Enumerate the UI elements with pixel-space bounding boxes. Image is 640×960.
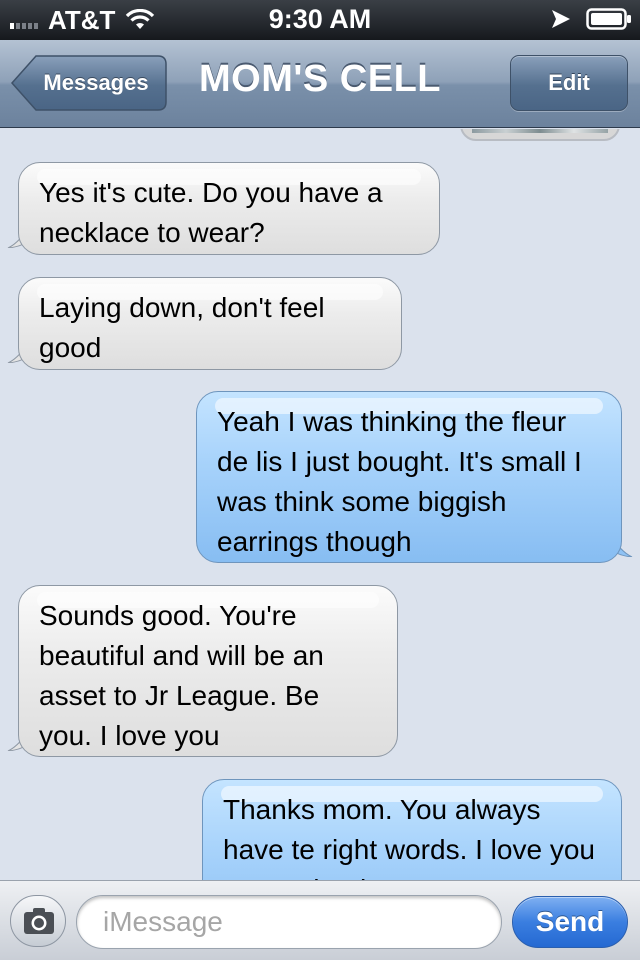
message-text: Laying down, don't feel good — [39, 292, 325, 363]
message-text: Sounds good. You're beautiful and will b… — [39, 600, 324, 751]
edit-button[interactable]: Edit — [510, 55, 628, 111]
message-text: Thanks mom. You always have te right wor… — [223, 794, 595, 880]
location-arrow-icon — [552, 10, 570, 28]
message-bubble-outgoing[interactable]: Yeah I was thinking the fleur de lis I j… — [196, 391, 622, 563]
camera-button[interactable] — [10, 895, 66, 947]
page-title: MOM'S CELL — [198, 58, 442, 100]
status-bar: AT&T 9:30 AM — [0, 0, 640, 40]
message-input-placeholder: iMessage — [103, 906, 223, 937]
message-thread[interactable]: Yes it's cute. Do you have a necklace to… — [0, 129, 640, 880]
back-button-label: Messages — [43, 70, 149, 95]
nav-bar: Messages MOM'S CELL Edit — [0, 40, 640, 128]
message-bubble-incoming[interactable]: Laying down, don't feel good — [18, 277, 402, 370]
message-text: Yes it's cute. Do you have a necklace to… — [39, 177, 383, 248]
composer-bar: iMessage Send — [0, 880, 640, 960]
camera-icon — [24, 908, 54, 934]
message-text: Yeah I was thinking the fleur de lis I j… — [217, 406, 582, 557]
send-button[interactable]: Send — [512, 896, 628, 948]
message-bubble-incoming[interactable]: Yes it's cute. Do you have a necklace to… — [18, 162, 440, 255]
battery-icon — [586, 8, 631, 30]
back-button[interactable]: Messages — [10, 54, 168, 112]
status-time: 9:30 AM — [268, 4, 372, 34]
message-input[interactable]: iMessage — [76, 895, 502, 949]
photo-attachment[interactable] — [460, 129, 620, 141]
message-bubble-outgoing[interactable]: Thanks mom. You always have te right wor… — [202, 779, 622, 880]
message-bubble-incoming[interactable]: Sounds good. You're beautiful and will b… — [18, 585, 398, 757]
